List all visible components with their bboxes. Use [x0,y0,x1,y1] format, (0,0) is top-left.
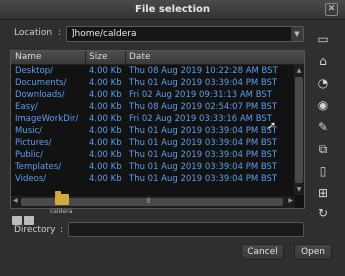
column-header-date[interactable]: Date [129,52,151,62]
list-item[interactable]: Music/4.00 Kb Thu 01 Aug 2019 03:39:04 PM… [11,125,295,137]
horizontal-scrollbar[interactable]: ◀ ⦀ ▶ [11,196,295,208]
bookmark-add-icon[interactable] [12,216,22,225]
location-label: Location [14,28,53,38]
file-name: ImageWorkDir/ [15,114,79,124]
file-name: Desktop/ [15,66,53,76]
window-title: File selection [134,4,211,15]
location-colon: : [58,28,62,38]
file-date: Thu 08 Aug 2019 02:54:07 PM BST [129,102,278,112]
file-name: Easy/ [15,102,38,112]
list-item[interactable]: Videos/4.00 Kb Thu 01 Aug 2019 03:39:04 P… [11,173,295,185]
column-divider [125,51,126,65]
directory-input[interactable] [68,222,304,237]
file-size: 4.00 Kb [89,66,122,76]
bookmark-label[interactable]: caldera [50,208,72,215]
file-size: 4.00 Kb [89,102,122,112]
file-size: 4.00 Kb [89,90,122,100]
new-folder-icon[interactable]: ▭ [316,32,330,46]
file-size: 4.00 Kb [89,174,122,184]
file-list[interactable]: Name Size Date Desktop/4.00 Kb Thu 08 Aug… [10,50,305,209]
scroll-up-icon[interactable]: ▲ [294,66,304,75]
file-size: 4.00 Kb [89,126,122,136]
delete-icon[interactable]: ▯ [316,164,330,178]
file-name: Templates/ [15,162,62,172]
file-date: Fri 02 Aug 2019 03:33:16 AM BST [129,114,272,124]
list-item[interactable]: ImageWorkDir/4.00 Kb Fri 02 Aug 2019 03:3… [11,113,295,125]
list-item[interactable]: Downloads/4.00 Kb Fri 02 Aug 2019 09:31:1… [11,89,295,101]
title-bar: File selection ✕ [0,0,345,20]
file-name: Videos/ [15,174,47,184]
disc-icon[interactable]: ◔ [316,76,330,90]
dialog-body: Location : ]home/caldera ▼ Name Size Dat… [0,20,345,276]
list-item[interactable]: Documents/4.00 Kb Thu 01 Aug 2019 03:39:0… [11,77,295,89]
list-item[interactable]: Easy/4.00 Kb Thu 08 Aug 2019 02:54:07 PM … [11,101,295,113]
file-name: Music/ [15,126,43,136]
bookmark-remove-icon[interactable] [24,216,34,225]
file-size: 4.00 Kb [89,138,122,148]
column-header-name[interactable]: Name [15,52,42,62]
file-size: 4.00 Kb [89,114,122,124]
location-combobox[interactable]: ]home/caldera ▼ [66,26,304,42]
list-item[interactable]: Templates/4.00 Kb Thu 01 Aug 2019 03:39:0… [11,161,295,173]
chevron-down-icon[interactable]: ▼ [291,27,303,41]
file-date: Fri 02 Aug 2019 09:31:13 AM BST [129,90,272,100]
column-divider [85,51,86,65]
cdrom-icon[interactable]: ◉ [316,98,330,112]
scroll-right-icon[interactable]: ▶ [288,197,293,204]
file-name: Documents/ [15,78,67,88]
column-header-size[interactable]: Size [89,52,107,62]
vertical-scrollbar[interactable]: ▲ ▼ [294,65,304,195]
file-date: Thu 01 Aug 2019 03:39:04 PM BST [129,78,278,88]
file-size: 4.00 Kb [89,150,122,160]
scrollbar-thumb[interactable] [295,77,303,183]
file-size: 4.00 Kb [89,162,122,172]
folder-icon[interactable] [55,191,69,205]
grip-icon: ⦀ [147,197,151,205]
file-date: Thu 01 Aug 2019 03:39:04 PM BST [129,126,278,136]
home-icon[interactable]: ⌂ [316,54,330,68]
scroll-down-icon[interactable]: ▼ [294,185,304,194]
mouse-pointer-icon: ➚ [267,119,277,132]
file-date: Thu 01 Aug 2019 03:39:04 PM BST [129,138,278,148]
file-name: Pictures/ [15,138,52,148]
cancel-button[interactable]: Cancel [241,244,284,260]
add-bookmark-icon[interactable]: ⊞ [316,186,330,200]
copy-icon[interactable]: ⧉ [316,142,330,156]
file-date: Thu 01 Aug 2019 03:39:04 PM BST [129,174,278,184]
rename-icon[interactable]: ✎ [316,120,330,134]
file-date: Thu 08 Aug 2019 10:22:28 AM BST [129,66,278,76]
file-size: 4.00 Kb [89,78,122,88]
list-item[interactable]: Public/4.00 Kb Thu 01 Aug 2019 03:39:04 P… [11,149,295,161]
file-date: Thu 01 Aug 2019 03:39:04 PM BST [129,162,278,172]
list-item[interactable]: Pictures/4.00 Kb Thu 01 Aug 2019 03:39:04… [11,137,295,149]
list-rows: Desktop/4.00 Kb Thu 08 Aug 2019 10:22:28 … [11,65,295,185]
open-button[interactable]: Open [294,244,332,260]
list-header: Name Size Date [11,51,304,65]
file-date: Thu 01 Aug 2019 03:39:04 PM BST [129,150,278,160]
refresh-icon[interactable]: ↻ [316,206,330,220]
file-name: Public/ [15,150,44,160]
file-name: Downloads/ [15,90,65,100]
list-item[interactable]: Desktop/4.00 Kb Thu 08 Aug 2019 10:22:28 … [11,65,295,77]
directory-label: Directory [14,225,56,235]
scroll-left-icon[interactable]: ◀ [13,197,18,204]
close-icon[interactable]: ✕ [325,3,338,16]
location-value[interactable]: ]home/caldera [71,29,137,39]
directory-colon: : [60,225,64,235]
